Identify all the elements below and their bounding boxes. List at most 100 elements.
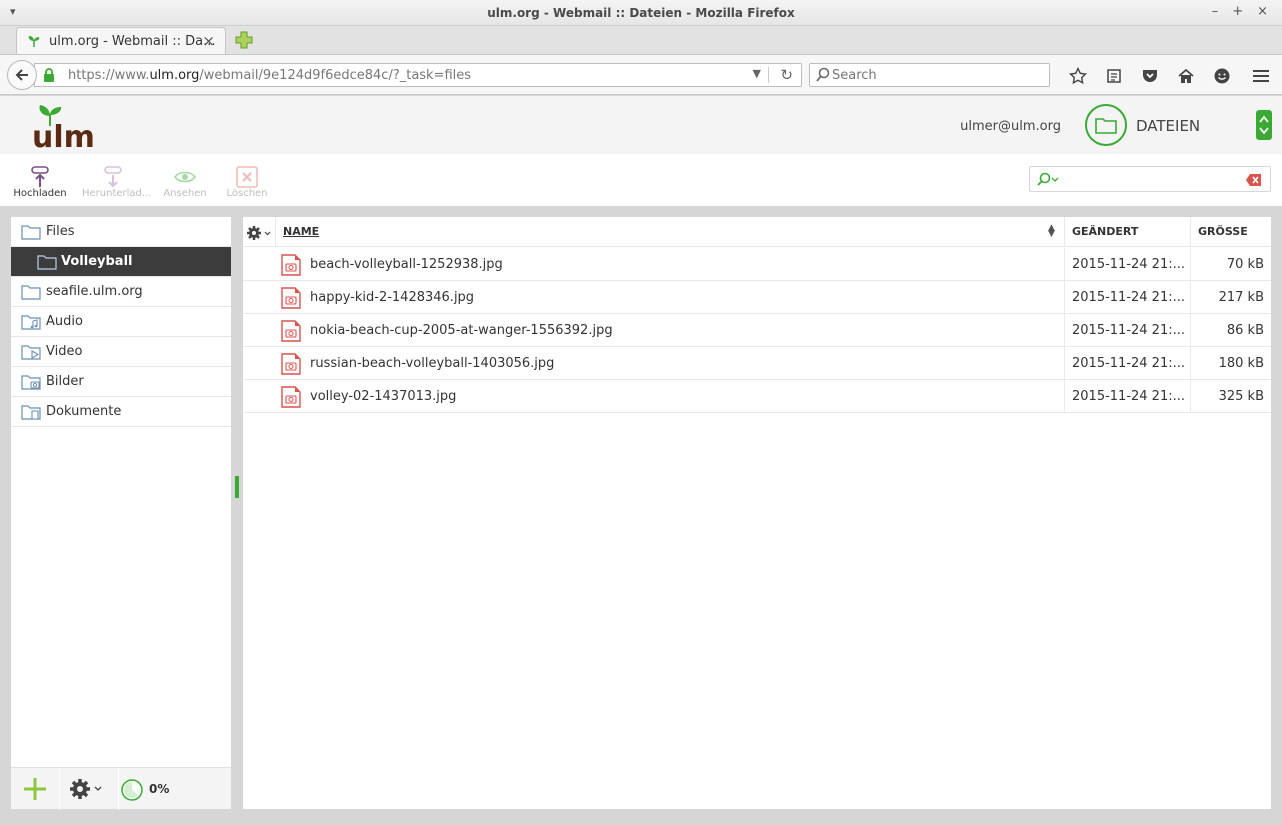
folder-icon — [21, 225, 41, 240]
url-dropdown-icon[interactable]: ▼ — [753, 67, 761, 80]
file-name[interactable]: happy-kid-2-1428346.jpg — [310, 290, 474, 305]
delete-button[interactable]: Löschen — [216, 166, 278, 199]
sort-icon[interactable]: ▲ ▼ — [1048, 224, 1055, 239]
file-row[interactable]: russian-beach-volleyball-1403056.jpg 201… — [243, 347, 1271, 380]
folder-item-bilder[interactable]: Bilder — [11, 367, 231, 397]
quota-pie-icon — [121, 779, 143, 801]
view-button[interactable]: Ansehen — [154, 166, 216, 199]
folder-icon — [37, 255, 57, 270]
browser-search-bar[interactable] — [809, 63, 1050, 87]
column-divider — [1190, 217, 1191, 247]
sidebar-footer: 0% — [11, 767, 231, 810]
reload-icon[interactable]: ↻ — [780, 66, 793, 84]
maximize-icon[interactable]: + — [1232, 4, 1243, 19]
folder-label: Bilder — [46, 374, 84, 389]
file-row[interactable]: nokia-beach-cup-2005-at-wanger-1556392.j… — [243, 314, 1271, 347]
file-row[interactable]: beach-volleyball-1252938.jpg 2015-11-24 … — [243, 248, 1271, 281]
delete-icon — [236, 166, 258, 188]
file-size: 86 kB — [1226, 323, 1264, 338]
files-app-button[interactable] — [1085, 104, 1127, 146]
file-name[interactable]: beach-volleyball-1252938.jpg — [310, 257, 503, 272]
upload-icon — [31, 166, 49, 187]
add-folder-icon[interactable] — [23, 777, 47, 801]
url-bar[interactable]: https://www.ulm.org/webmail/9e124d9f6edc… — [34, 63, 802, 87]
file-name[interactable]: volley-02-1437013.jpg — [310, 389, 456, 404]
folder-label: seafile.ulm.org — [46, 284, 143, 299]
bookmark-star-icon[interactable] — [1060, 65, 1096, 87]
search-icon — [816, 67, 830, 82]
lock-icon — [44, 68, 54, 82]
eye-icon — [174, 171, 196, 183]
image-file-icon — [281, 320, 301, 342]
folder-item-audio[interactable]: Audio — [11, 307, 231, 337]
list-options-icon[interactable] — [246, 225, 272, 241]
app-switcher-arrows[interactable] — [1256, 110, 1272, 140]
close-window-icon[interactable]: × — [1257, 4, 1268, 19]
audio-folder-icon — [21, 315, 41, 330]
app-header: ulm ulmer@ulm.org DATEIEN — [0, 96, 1282, 154]
home-icon[interactable] — [1168, 65, 1204, 87]
folder-item-seafile[interactable]: seafile.ulm.org — [11, 277, 231, 307]
folder-item-volleyball[interactable]: Volleyball — [11, 247, 231, 277]
upload-button[interactable]: Hochladen — [9, 166, 71, 199]
hamburger-menu-icon[interactable] — [1250, 65, 1272, 87]
app-title: DATEIEN — [1136, 117, 1201, 135]
search-options-icon[interactable] — [1036, 172, 1060, 188]
new-tab-icon[interactable] — [234, 30, 254, 50]
file-modified: 2015-11-24 21:... — [1072, 290, 1186, 305]
file-row[interactable]: happy-kid-2-1428346.jpg 2015-11-24 21:..… — [243, 281, 1271, 314]
folder-item-files[interactable]: Files — [11, 217, 231, 247]
delete-label: Löschen — [226, 188, 268, 199]
search-reset-icon[interactable] — [1246, 174, 1262, 186]
footer-divider — [59, 768, 60, 810]
pane-splitter-handle[interactable] — [235, 476, 239, 498]
folder-sidebar: Files Volleyball seafile.ulm.org Audio V… — [11, 217, 231, 810]
file-list-panel: NAME ▲ ▼ GEÄNDERT GRÖSSE beach-volleyball… — [243, 217, 1271, 809]
url-text[interactable]: https://www.ulm.org/webmail/9e124d9f6edc… — [68, 68, 471, 83]
folder-item-dokumente[interactable]: Dokumente — [11, 397, 231, 427]
file-size: 70 kB — [1226, 257, 1264, 272]
file-search-box[interactable] — [1029, 166, 1271, 192]
file-name[interactable]: russian-beach-volleyball-1403056.jpg — [310, 356, 554, 371]
user-email: ulmer@ulm.org — [960, 119, 1061, 134]
back-button[interactable] — [7, 60, 37, 90]
upload-label: Hochladen — [13, 188, 67, 199]
column-header-name[interactable]: NAME — [283, 225, 319, 238]
browser-tab[interactable]: ulm.org - Webmail :: Da... × — [16, 27, 226, 54]
tab-close-icon[interactable]: × — [202, 32, 215, 50]
pocket-icon[interactable] — [1132, 65, 1168, 87]
file-name[interactable]: nokia-beach-cup-2005-at-wanger-1556392.j… — [310, 323, 613, 338]
image-folder-icon — [21, 375, 41, 390]
reading-list-icon[interactable] — [1096, 65, 1132, 87]
folder-settings-icon[interactable] — [69, 778, 105, 800]
download-button[interactable]: Herunterlad... — [82, 166, 151, 199]
image-file-icon — [281, 287, 301, 309]
browser-search-input[interactable] — [832, 66, 1042, 84]
column-divider — [1064, 347, 1065, 380]
folder-label: Audio — [46, 314, 83, 329]
column-divider — [1064, 281, 1065, 314]
column-divider — [1064, 380, 1065, 413]
image-file-icon — [281, 254, 301, 276]
file-size: 180 kB — [1218, 356, 1264, 371]
file-row[interactable]: volley-02-1437013.jpg 2015-11-24 21:... … — [243, 380, 1271, 413]
folder-icon — [1095, 118, 1117, 134]
column-divider — [1064, 217, 1065, 247]
column-header-size[interactable]: GRÖSSE — [1198, 225, 1248, 238]
hello-chat-icon[interactable] — [1204, 65, 1240, 87]
image-file-icon — [281, 353, 301, 375]
download-icon — [104, 166, 122, 188]
column-header-modified[interactable]: GEÄNDERT — [1072, 225, 1138, 238]
column-divider — [1190, 380, 1191, 413]
image-file-icon — [281, 386, 301, 408]
minimize-icon[interactable]: – — [1212, 4, 1219, 19]
ulm-logo[interactable]: ulm — [32, 102, 104, 150]
folder-label: Video — [46, 344, 83, 359]
file-modified: 2015-11-24 21:... — [1072, 356, 1186, 371]
folder-label: Volleyball — [61, 254, 133, 269]
url-separator — [768, 67, 769, 83]
navigation-bar: https://www.ulm.org/webmail/9e124d9f6edc… — [0, 54, 1282, 95]
folder-item-video[interactable]: Video — [11, 337, 231, 367]
column-divider — [1190, 281, 1191, 314]
file-modified: 2015-11-24 21:... — [1072, 257, 1186, 272]
